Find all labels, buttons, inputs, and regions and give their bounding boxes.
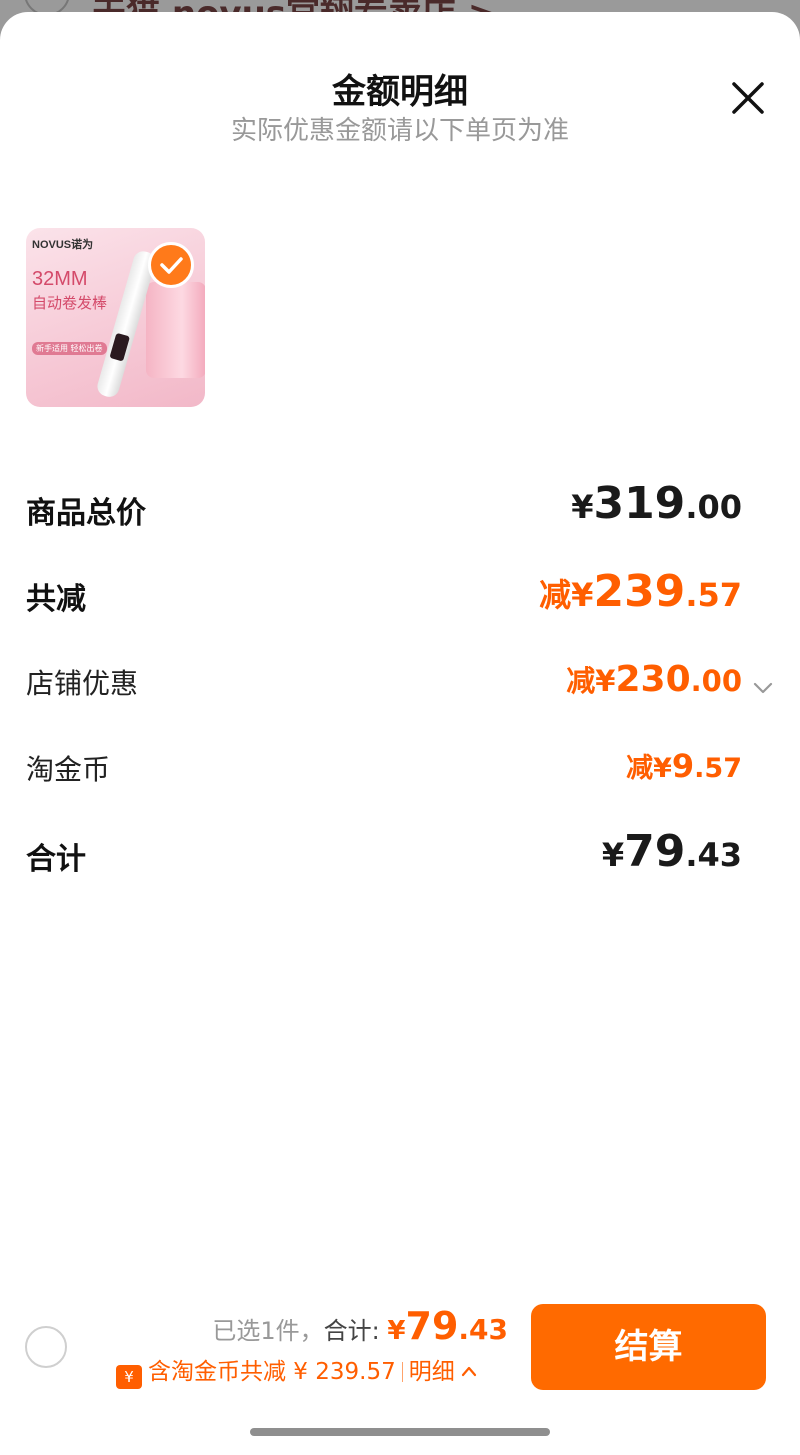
check-icon xyxy=(160,257,183,274)
total-reduction-value: 减¥239.57 xyxy=(539,566,742,617)
discount-text: 含淘金币共减 ¥ 239.57 xyxy=(148,1359,396,1385)
divider xyxy=(401,1362,403,1382)
close-icon xyxy=(732,82,764,114)
sum-value: ¥79.43 xyxy=(601,826,742,877)
product-brand: NOVUS诺为 xyxy=(32,239,94,251)
sheet-title: 金额明细 xyxy=(332,72,468,112)
product-spec: 32MM xyxy=(32,268,88,290)
home-indicator xyxy=(250,1428,550,1436)
taojinbi-value: 减¥9.57 xyxy=(626,747,742,785)
goods-total-label: 商品总价 xyxy=(26,496,146,531)
product-selected-badge[interactable] xyxy=(148,242,194,288)
price-detail-sheet: 金额明细 实际优惠金额请以下单页为准 NOVUS诺为 32MM 自动卷发棒 新手… xyxy=(0,12,800,1455)
product-cup-graphic xyxy=(146,282,205,378)
selected-count: 已选1件， xyxy=(212,1317,324,1345)
coupon-icon: ¥ xyxy=(116,1365,142,1389)
detail-label: 明细 xyxy=(408,1359,455,1385)
product-name: 自动卷发棒 xyxy=(32,294,108,312)
total-label: 合计: xyxy=(323,1317,380,1345)
select-all-radio[interactable] xyxy=(25,1326,67,1368)
goods-total-value: ¥319.00 xyxy=(571,478,742,529)
checkout-button[interactable]: 结算 xyxy=(531,1304,766,1390)
product-tag: 新手适用 轻松出卷 xyxy=(32,342,107,355)
checkout-bar: 已选1件，合计: ¥79.43 ¥ 含淘金币共减 ¥ 239.57 明细 结算 xyxy=(0,1290,800,1410)
store-discount-label: 店铺优惠 xyxy=(26,667,139,700)
sheet-subtitle: 实际优惠金额请以下单页为准 xyxy=(230,116,569,146)
sum-label: 合计 xyxy=(26,842,86,877)
chevron-down-icon[interactable] xyxy=(752,680,774,696)
close-button[interactable] xyxy=(726,76,770,120)
footer-total: ¥79.43 xyxy=(387,1304,508,1348)
store-discount-value[interactable]: 减¥230.00 xyxy=(566,658,742,700)
total-reduction-label: 共减 xyxy=(26,582,86,617)
selection-summary: 已选1件，合计: ¥79.43 xyxy=(212,1304,508,1348)
discount-detail-toggle[interactable]: ¥ 含淘金币共减 ¥ 239.57 明细 xyxy=(116,1352,477,1389)
taojinbi-label: 淘金币 xyxy=(26,753,111,786)
chevron-up-icon xyxy=(461,1366,476,1377)
